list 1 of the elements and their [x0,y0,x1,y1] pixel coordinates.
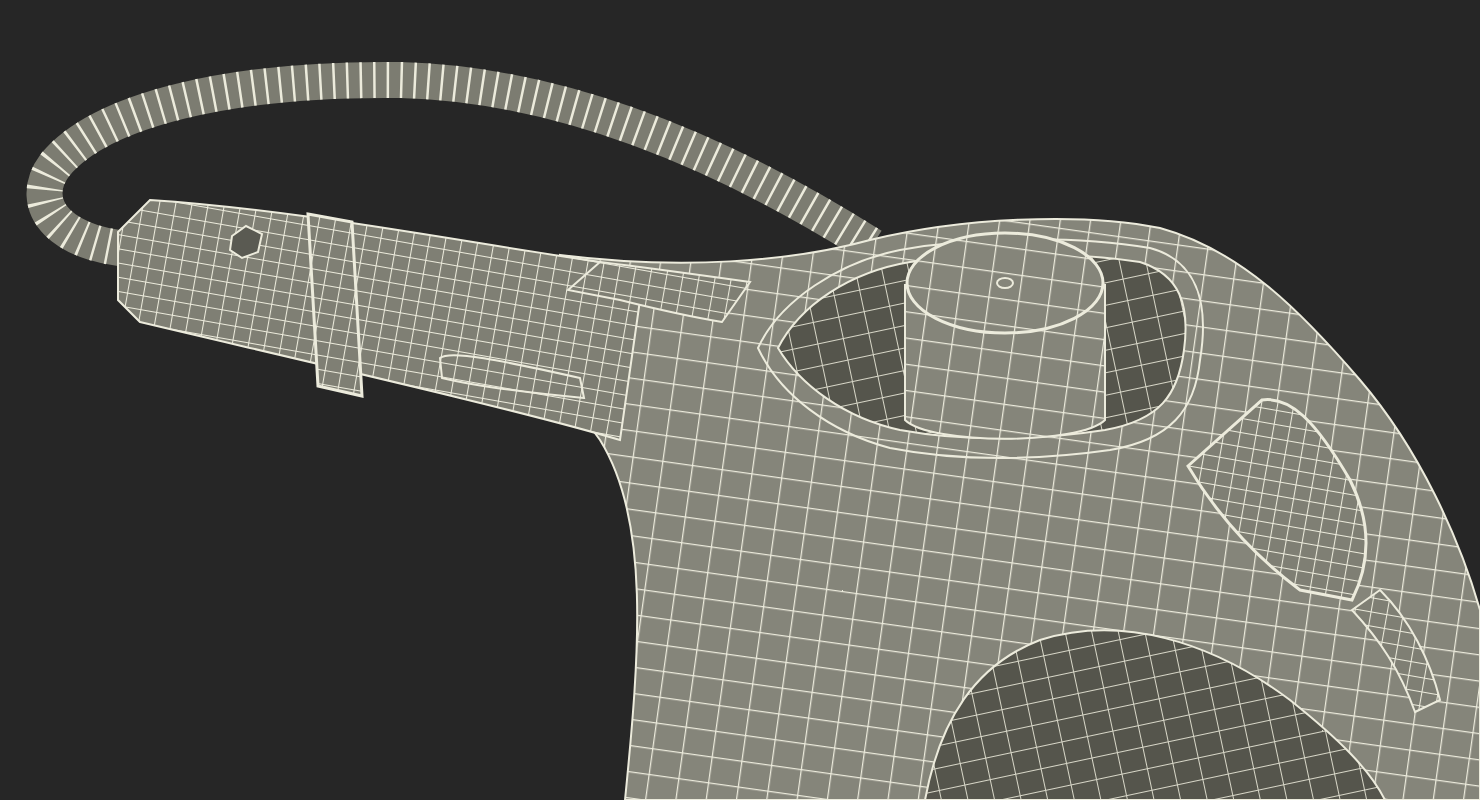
hole [228,224,264,260]
